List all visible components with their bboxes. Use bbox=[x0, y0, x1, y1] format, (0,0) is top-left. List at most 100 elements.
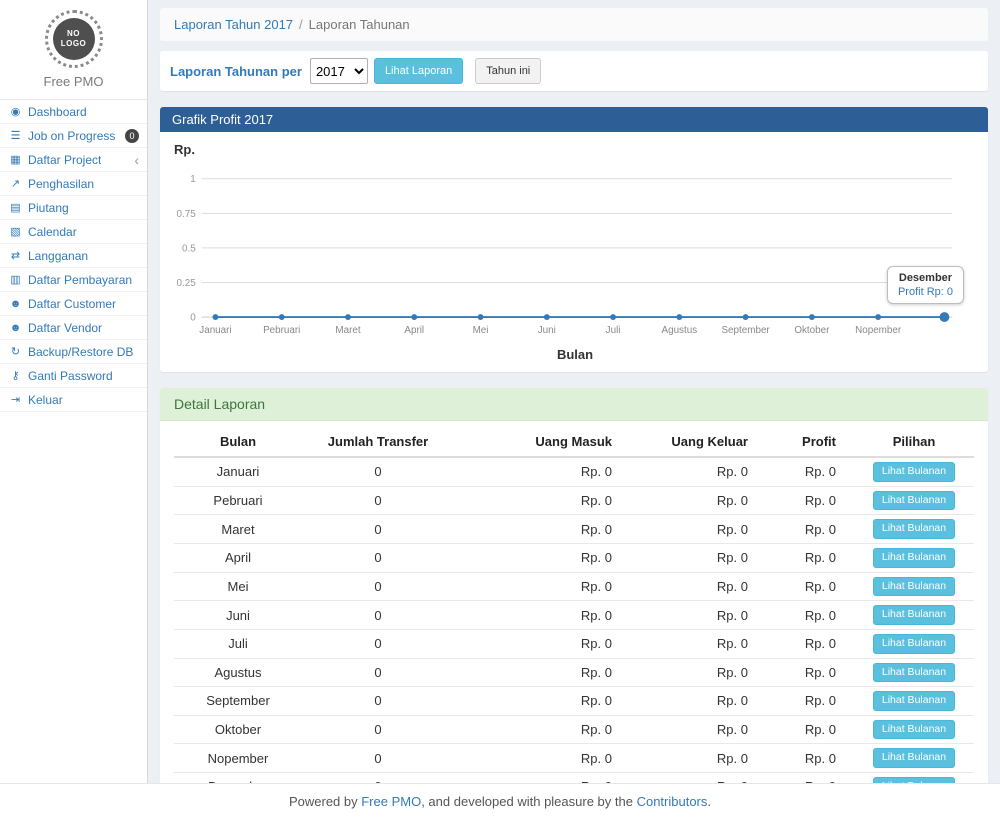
users-icon: ☻ bbox=[8, 298, 23, 310]
sidebar-item-backup-restore-db[interactable]: ↻Backup/Restore DB bbox=[0, 340, 147, 364]
sidebar-item-dashboard[interactable]: ◉Dashboard bbox=[0, 100, 147, 124]
x-tick-label: Juni bbox=[538, 325, 556, 336]
detail-panel-title: Detail Laporan bbox=[160, 388, 988, 421]
year-select[interactable]: 2017 bbox=[310, 58, 368, 84]
lihat-laporan-button[interactable]: Lihat Laporan bbox=[374, 58, 463, 84]
sidebar-item-ganti-password[interactable]: ⚷Ganti Password bbox=[0, 364, 147, 388]
cell-jumlah_transfer: 0 bbox=[302, 687, 454, 716]
x-tick-label: Nopember bbox=[855, 325, 902, 336]
cell-jumlah_transfer: 0 bbox=[302, 658, 454, 687]
lihat-bulanan-button[interactable]: Lihat Bulanan bbox=[873, 491, 955, 511]
cell-pilihan: Lihat Bulanan bbox=[854, 658, 974, 687]
cell-profit: Rp. 0 bbox=[766, 687, 854, 716]
sidebar-item-keluar[interactable]: ⇥Keluar bbox=[0, 388, 147, 412]
data-point-maret[interactable] bbox=[345, 314, 351, 320]
cell-uang_keluar: Rp. 0 bbox=[630, 658, 766, 687]
data-point-agustus[interactable] bbox=[676, 314, 682, 320]
cell-profit: Rp. 0 bbox=[766, 629, 854, 658]
cell-bulan: September bbox=[174, 687, 302, 716]
data-point-nopember[interactable] bbox=[875, 314, 881, 320]
sidebar-item-piutang[interactable]: ▤Piutang bbox=[0, 196, 147, 220]
line-chart-icon: ↗ bbox=[8, 177, 23, 190]
data-point-mei[interactable] bbox=[478, 314, 484, 320]
breadcrumb-link[interactable]: Laporan Tahun 2017 bbox=[174, 17, 293, 32]
sidebar-item-daftar-project[interactable]: ▦Daftar Project‹ bbox=[0, 148, 147, 172]
cell-bulan: Nopember bbox=[174, 744, 302, 773]
cell-bulan: April bbox=[174, 543, 302, 572]
data-point-desember[interactable] bbox=[939, 312, 949, 322]
sidebar-item-label: Piutang bbox=[28, 201, 69, 215]
exchange-icon: ⇄ bbox=[8, 249, 23, 262]
sidebar-item-label: Dashboard bbox=[28, 105, 87, 119]
cell-bulan: Pebruari bbox=[174, 486, 302, 515]
cell-pilihan: Lihat Bulanan bbox=[854, 515, 974, 544]
data-point-juni[interactable] bbox=[544, 314, 550, 320]
logo-area: NO LOGO Free PMO bbox=[0, 10, 147, 100]
cell-pilihan: Lihat Bulanan bbox=[854, 601, 974, 630]
cell-pilihan: Lihat Bulanan bbox=[854, 457, 974, 486]
cell-profit: Rp. 0 bbox=[766, 457, 854, 486]
lihat-bulanan-button[interactable]: Lihat Bulanan bbox=[873, 748, 955, 768]
lock-icon: ⚷ bbox=[8, 369, 23, 382]
x-axis-title: Bulan bbox=[170, 347, 980, 366]
calendar-icon: ▧ bbox=[8, 225, 23, 238]
lihat-bulanan-button[interactable]: Lihat Bulanan bbox=[873, 519, 955, 539]
lihat-bulanan-button[interactable]: Lihat Bulanan bbox=[873, 634, 955, 654]
cell-jumlah_transfer: 0 bbox=[302, 486, 454, 515]
column-header-uang-masuk: Uang Masuk bbox=[454, 427, 630, 457]
cell-pilihan: Lihat Bulanan bbox=[854, 486, 974, 515]
cell-pilihan: Lihat Bulanan bbox=[854, 744, 974, 773]
chart-tooltip: Desember Profit Rp: 0 bbox=[887, 266, 964, 304]
lihat-bulanan-button[interactable]: Lihat Bulanan bbox=[873, 663, 955, 683]
cell-uang_keluar: Rp. 0 bbox=[630, 601, 766, 630]
logo: NO LOGO bbox=[45, 10, 103, 68]
cell-uang_keluar: Rp. 0 bbox=[630, 572, 766, 601]
sidebar-item-daftar-pembayaran[interactable]: ▥Daftar Pembayaran bbox=[0, 268, 147, 292]
cell-bulan: Maret bbox=[174, 515, 302, 544]
cell-jumlah_transfer: 0 bbox=[302, 457, 454, 486]
refresh-icon: ↻ bbox=[8, 345, 23, 358]
tahun-ini-button[interactable]: Tahun ini bbox=[475, 58, 541, 84]
data-point-april[interactable] bbox=[411, 314, 417, 320]
footer-contributors-link[interactable]: Contributors bbox=[637, 794, 708, 809]
data-point-juli[interactable] bbox=[610, 314, 616, 320]
lihat-bulanan-button[interactable]: Lihat Bulanan bbox=[873, 720, 955, 740]
column-header-profit: Profit bbox=[766, 427, 854, 457]
cell-bulan: Januari bbox=[174, 457, 302, 486]
table-body: Januari0Rp. 0Rp. 0Rp. 0Lihat BulananPebr… bbox=[174, 457, 974, 819]
cell-uang_keluar: Rp. 0 bbox=[630, 515, 766, 544]
sidebar-item-daftar-vendor[interactable]: ☻Daftar Vendor bbox=[0, 316, 147, 340]
cell-uang_masuk: Rp. 0 bbox=[454, 715, 630, 744]
sidebar-item-label: Daftar Customer bbox=[28, 297, 116, 311]
lihat-bulanan-button[interactable]: Lihat Bulanan bbox=[873, 691, 955, 711]
footer-brand-link[interactable]: Free PMO bbox=[361, 794, 421, 809]
sidebar-item-calendar[interactable]: ▧Calendar bbox=[0, 220, 147, 244]
sidebar-item-label: Penghasilan bbox=[28, 177, 94, 191]
chart-panel-title: Grafik Profit 2017 bbox=[160, 107, 988, 132]
footer: Powered by Free PMO, and developed with … bbox=[0, 783, 1000, 819]
lihat-bulanan-button[interactable]: Lihat Bulanan bbox=[873, 462, 955, 482]
report-filter-panel: Laporan Tahunan per 2017 Lihat Laporan T… bbox=[160, 51, 988, 91]
cell-jumlah_transfer: 0 bbox=[302, 715, 454, 744]
cell-uang_masuk: Rp. 0 bbox=[454, 629, 630, 658]
cell-uang_keluar: Rp. 0 bbox=[630, 715, 766, 744]
lihat-bulanan-button[interactable]: Lihat Bulanan bbox=[873, 605, 955, 625]
cell-profit: Rp. 0 bbox=[766, 744, 854, 773]
cell-profit: Rp. 0 bbox=[766, 658, 854, 687]
data-point-pebruari[interactable] bbox=[279, 314, 285, 320]
lihat-bulanan-button[interactable]: Lihat Bulanan bbox=[873, 548, 955, 568]
sidebar-item-job-on-progress[interactable]: ☰Job on Progress0 bbox=[0, 124, 147, 148]
sidebar-item-langganan[interactable]: ⇄Langganan bbox=[0, 244, 147, 268]
cell-profit: Rp. 0 bbox=[766, 515, 854, 544]
data-point-september[interactable] bbox=[743, 314, 749, 320]
sidebar-menu: ◉Dashboard☰Job on Progress0▦Daftar Proje… bbox=[0, 100, 147, 412]
footer-text-prefix: Powered by bbox=[289, 794, 361, 809]
data-point-oktober[interactable] bbox=[809, 314, 815, 320]
sidebar-item-daftar-customer[interactable]: ☻ Daftar Customer bbox=[0, 292, 147, 316]
data-point-januari[interactable] bbox=[213, 314, 219, 320]
cell-profit: Rp. 0 bbox=[766, 486, 854, 515]
sidebar-item-penghasilan[interactable]: ↗ Penghasilan bbox=[0, 172, 147, 196]
tasks-icon: ☰ bbox=[8, 129, 23, 142]
cell-jumlah_transfer: 0 bbox=[302, 572, 454, 601]
lihat-bulanan-button[interactable]: Lihat Bulanan bbox=[873, 577, 955, 597]
